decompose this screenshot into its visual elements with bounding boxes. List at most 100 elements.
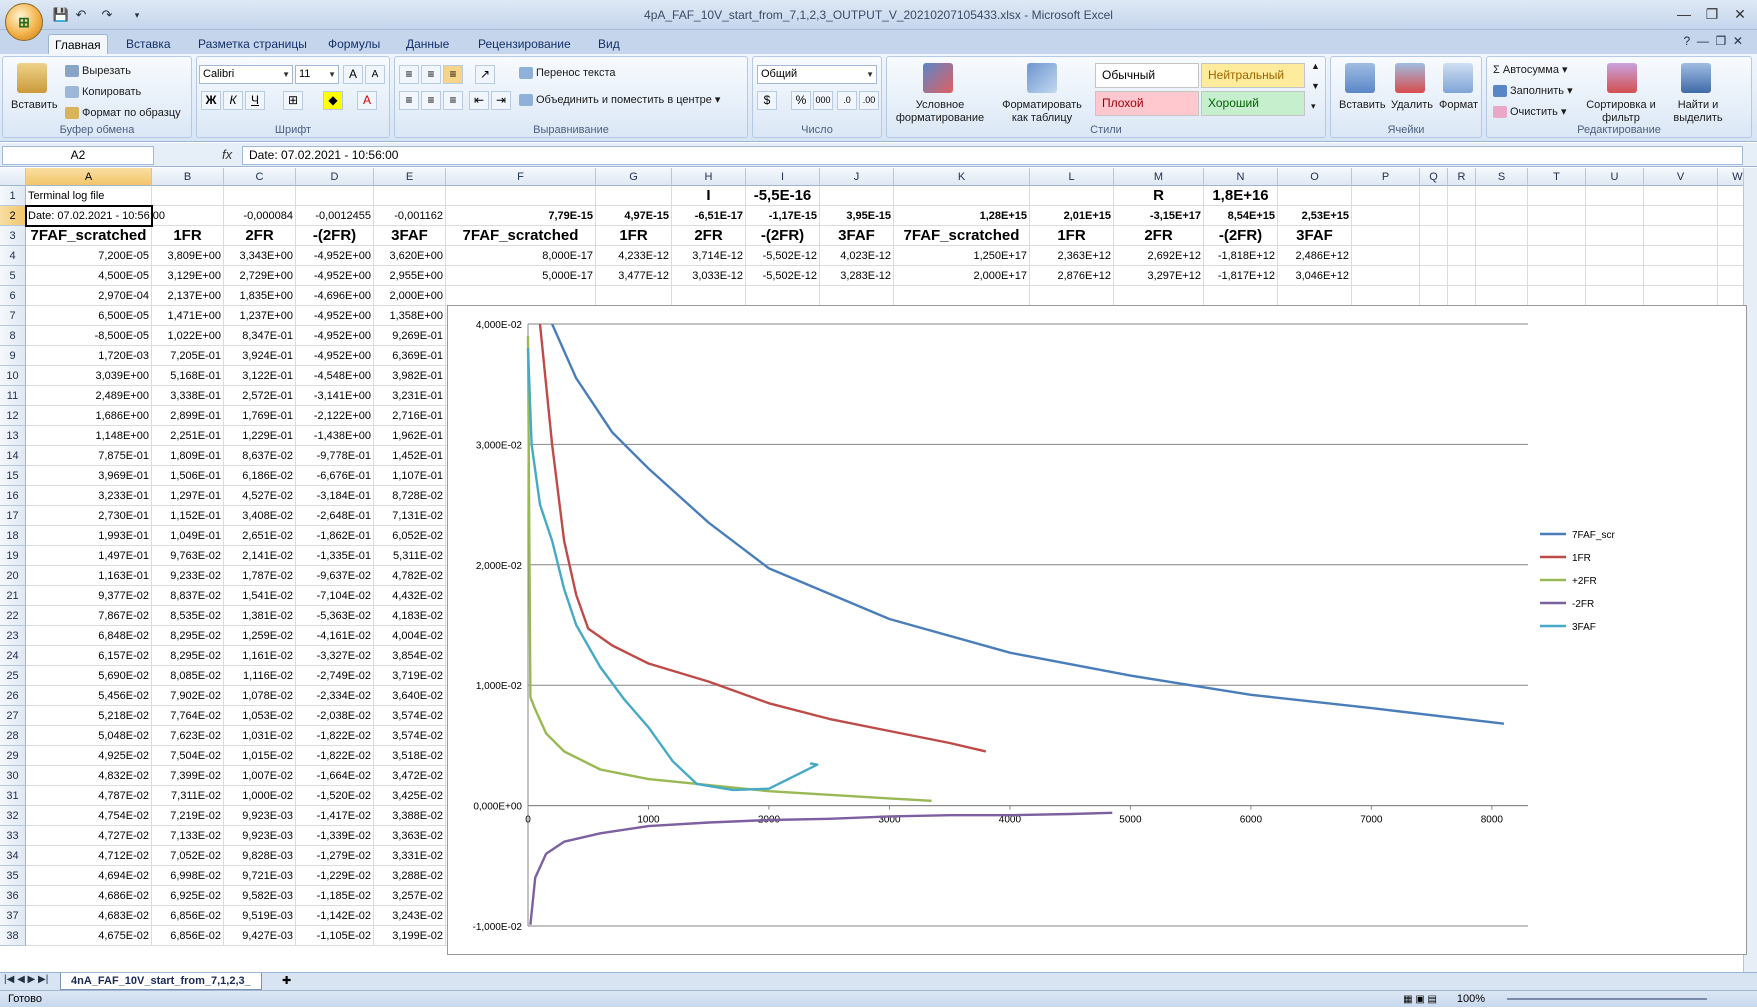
orientation-icon[interactable]: ↗ <box>475 65 495 84</box>
cell-B24[interactable]: 8,295E-02 <box>152 646 224 666</box>
grid-cell[interactable] <box>1644 226 1718 246</box>
cell-L3[interactable]: 1FR <box>1030 226 1114 246</box>
cell-A32[interactable]: 4,754E-02 <box>26 806 152 826</box>
format-cells-icon[interactable] <box>1443 63 1473 93</box>
cell-A24[interactable]: 6,157E-02 <box>26 646 152 666</box>
help-icon[interactable]: ? — ❐ ✕ <box>1684 34 1744 48</box>
grid-cell[interactable] <box>1476 206 1528 226</box>
cell-B36[interactable]: 6,925E-02 <box>152 886 224 906</box>
cell-N3[interactable]: -(2FR) <box>1204 226 1278 246</box>
grid-cell[interactable] <box>1718 246 1745 266</box>
grid-cell[interactable] <box>1528 186 1586 206</box>
cell-E16[interactable]: 8,728E-02 <box>374 486 446 506</box>
align-top-icon[interactable]: ≡ <box>399 65 419 84</box>
cell-E34[interactable]: 3,331E-02 <box>374 846 446 866</box>
cell-D12[interactable]: -2,122E+00 <box>296 406 374 426</box>
new-sheet-icon[interactable]: ✚ <box>282 974 291 987</box>
column-header-G[interactable]: G <box>596 168 672 186</box>
row-header-29[interactable]: 29 <box>0 746 26 766</box>
cell-D26[interactable]: -2,334E-02 <box>296 686 374 706</box>
grid-cell[interactable] <box>1278 286 1352 306</box>
cell-B20[interactable]: 9,233E-02 <box>152 566 224 586</box>
cell-F5[interactable]: 5,000E-17 <box>446 266 596 286</box>
cell-B19[interactable]: 9,763E-02 <box>152 546 224 566</box>
cell-C26[interactable]: 1,078E-02 <box>224 686 296 706</box>
cell-C11[interactable]: 2,572E-01 <box>224 386 296 406</box>
cell-B33[interactable]: 7,133E-02 <box>152 826 224 846</box>
cell-C3[interactable]: 2FR <box>224 226 296 246</box>
cell-C31[interactable]: 1,000E-02 <box>224 786 296 806</box>
column-header-W[interactable]: W <box>1718 168 1745 186</box>
row-header-27[interactable]: 27 <box>0 706 26 726</box>
row-header-19[interactable]: 19 <box>0 546 26 566</box>
grid-cell[interactable] <box>894 186 1030 206</box>
cell-E11[interactable]: 3,231E-01 <box>374 386 446 406</box>
row-header-11[interactable]: 11 <box>0 386 26 406</box>
zoom-slider[interactable] <box>1507 998 1707 1000</box>
cell-D28[interactable]: -1,822E-02 <box>296 726 374 746</box>
copy-button[interactable]: Копировать <box>65 86 141 99</box>
cell-D10[interactable]: -4,548E+00 <box>296 366 374 386</box>
cell-A2[interactable]: Date: 07.02.2021 - 10:56:00 <box>26 206 165 226</box>
cell-C12[interactable]: 1,769E-01 <box>224 406 296 426</box>
cell-B32[interactable]: 7,219E-02 <box>152 806 224 826</box>
cell-J5[interactable]: 3,283E-12 <box>820 266 894 286</box>
row-header-13[interactable]: 13 <box>0 426 26 446</box>
cell-N1[interactable]: 1,8E+16 <box>1204 186 1278 206</box>
cell-H2[interactable]: -6,51E-17 <box>672 206 746 226</box>
cell-C20[interactable]: 1,787E-02 <box>224 566 296 586</box>
grid-cell[interactable] <box>1448 246 1476 266</box>
sort-filter-icon[interactable] <box>1607 63 1637 93</box>
row-header-5[interactable]: 5 <box>0 266 26 286</box>
row-header-6[interactable]: 6 <box>0 286 26 306</box>
cell-N5[interactable]: -1,817E+12 <box>1204 266 1278 286</box>
tab-view[interactable]: Вид <box>592 34 626 54</box>
cell-N2[interactable]: 8,54E+15 <box>1204 206 1278 226</box>
cell-A35[interactable]: 4,694E-02 <box>26 866 152 886</box>
column-header-U[interactable]: U <box>1586 168 1644 186</box>
grid-cell[interactable] <box>1586 286 1644 306</box>
cell-E38[interactable]: 3,199E-02 <box>374 926 446 946</box>
row-header-4[interactable]: 4 <box>0 246 26 266</box>
cell-D31[interactable]: -1,520E-02 <box>296 786 374 806</box>
cell-C36[interactable]: 9,582E-03 <box>224 886 296 906</box>
grid-cell[interactable] <box>1586 226 1644 246</box>
align-left-icon[interactable]: ≡ <box>399 91 419 110</box>
column-header-L[interactable]: L <box>1030 168 1114 186</box>
grid-cell[interactable] <box>1204 286 1278 306</box>
restore-icon[interactable]: ❐ <box>1699 4 1725 24</box>
decrease-indent-icon[interactable]: ⇤ <box>469 91 489 110</box>
cell-M2[interactable]: -3,15E+17 <box>1114 206 1204 226</box>
cell-D32[interactable]: -1,417E-02 <box>296 806 374 826</box>
binoculars-icon[interactable] <box>1681 63 1711 93</box>
row-header-26[interactable]: 26 <box>0 686 26 706</box>
column-header-M[interactable]: M <box>1114 168 1204 186</box>
cell-A1[interactable]: Terminal log file <box>26 186 152 206</box>
cell-D22[interactable]: -5,363E-02 <box>296 606 374 626</box>
align-center-icon[interactable]: ≡ <box>421 91 441 110</box>
cell-A30[interactable]: 4,832E-02 <box>26 766 152 786</box>
grid-cell[interactable] <box>1528 246 1586 266</box>
style-neutral[interactable]: Нейтральный <box>1201 63 1305 88</box>
paste-icon[interactable] <box>17 63 47 93</box>
cell-A23[interactable]: 6,848E-02 <box>26 626 152 646</box>
cell-B8[interactable]: 1,022E+00 <box>152 326 224 346</box>
cell-C10[interactable]: 3,122E-01 <box>224 366 296 386</box>
delete-cells-button[interactable]: Удалить <box>1391 99 1433 111</box>
cell-B6[interactable]: 2,137E+00 <box>152 286 224 306</box>
cell-H4[interactable]: 3,714E-12 <box>672 246 746 266</box>
grid-cell[interactable] <box>1644 206 1718 226</box>
cell-C22[interactable]: 1,381E-02 <box>224 606 296 626</box>
cell-C18[interactable]: 2,651E-02 <box>224 526 296 546</box>
cell-E14[interactable]: 1,452E-01 <box>374 446 446 466</box>
row-header-32[interactable]: 32 <box>0 806 26 826</box>
cell-E33[interactable]: 3,363E-02 <box>374 826 446 846</box>
cell-F2[interactable]: 7,79E-15 <box>446 206 596 226</box>
cell-D14[interactable]: -9,778E-01 <box>296 446 374 466</box>
cell-D9[interactable]: -4,952E+00 <box>296 346 374 366</box>
row-header-36[interactable]: 36 <box>0 886 26 906</box>
underline-icon[interactable]: Ч <box>245 91 265 110</box>
find-select-button[interactable]: Найти и выделить <box>1663 99 1733 125</box>
row-header-7[interactable]: 7 <box>0 306 26 326</box>
cell-A38[interactable]: 4,675E-02 <box>26 926 152 946</box>
